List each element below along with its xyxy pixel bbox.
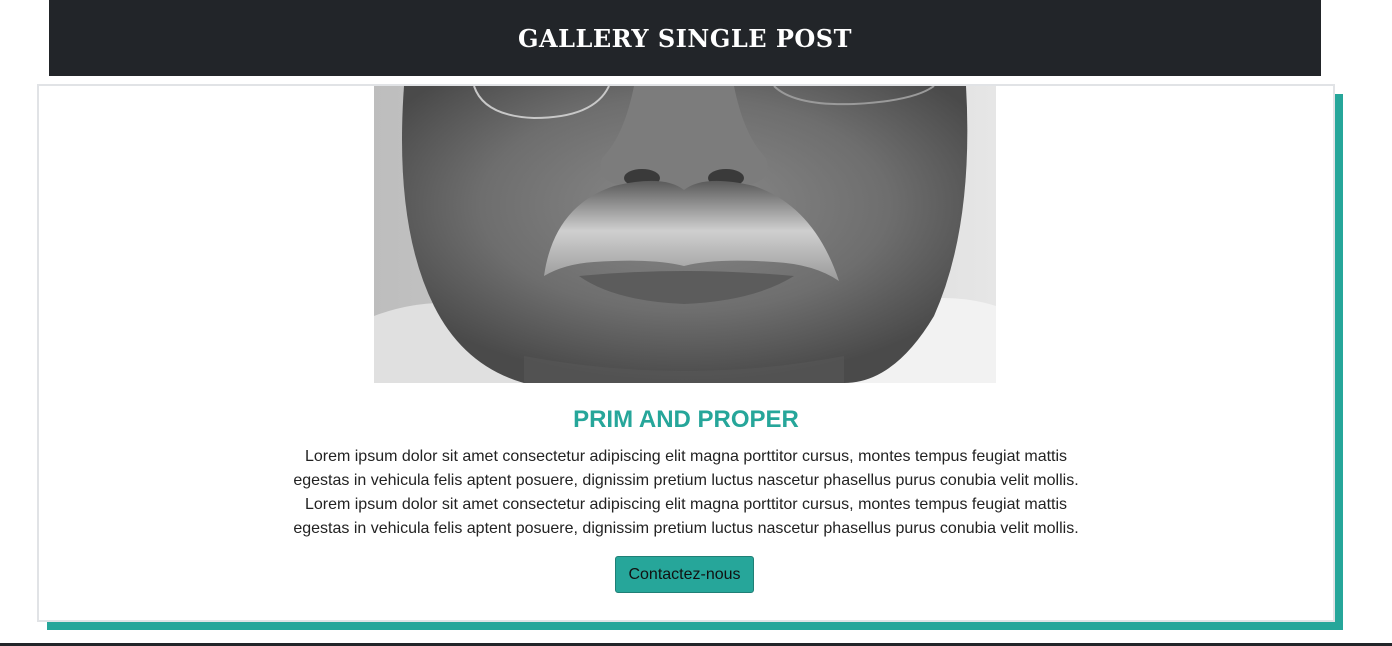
page-header: GALLERY SINGLE POST (49, 0, 1321, 76)
post-title: PRIM AND PROPER (573, 406, 799, 433)
page-title: GALLERY SINGLE POST (517, 23, 852, 53)
post-card: PRIM AND PROPER Lorem ipsum dolor sit am… (37, 84, 1335, 622)
post-image (374, 86, 996, 383)
contact-button[interactable]: Contactez-nous (615, 556, 754, 593)
post-body-text: Lorem ipsum dolor sit amet consectetur a… (293, 448, 1079, 537)
